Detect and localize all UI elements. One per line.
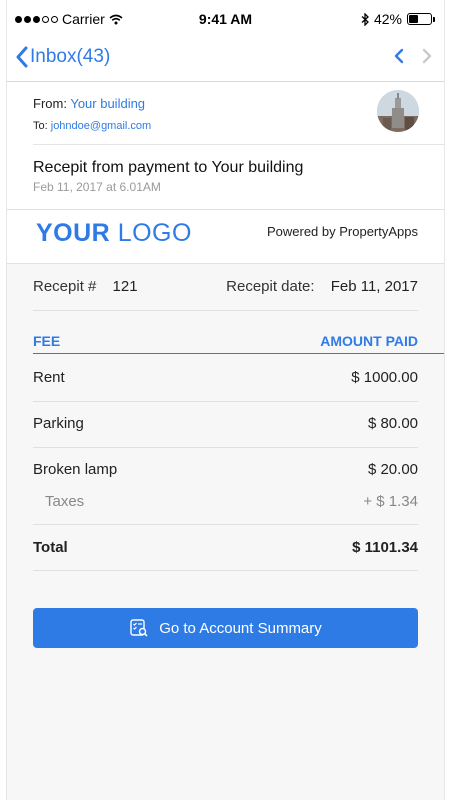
tax-row: Taxes + $ 1.34 <box>33 493 418 510</box>
previous-message-button[interactable] <box>394 48 404 69</box>
meta-divider <box>33 310 418 311</box>
total-row: Total $ 1101.34 <box>33 539 418 556</box>
email-subject: Recepit from payment to Your building <box>33 159 304 176</box>
to-label: To: <box>33 120 48 132</box>
status-bar: Carrier 9:41 AM 42% <box>7 0 444 40</box>
receipt-date: Feb 11, 2017 <box>330 278 418 295</box>
table-row: Parking $ 80.00 <box>33 415 418 432</box>
from-label: From: <box>33 96 67 111</box>
row-divider <box>33 447 418 448</box>
header-divider <box>33 144 444 145</box>
message-navigation <box>394 48 432 69</box>
receipt-meta: Recepit # 121 Recepit date: Feb 11, 2017 <box>33 278 418 295</box>
status-right: 42% <box>361 11 435 27</box>
fee-name: Parking <box>33 415 84 432</box>
receipt-panel: Recepit # 121 Recepit date: Feb 11, 2017… <box>7 263 444 800</box>
fee-amount: $ 1000.00 <box>351 369 418 386</box>
subject-divider <box>7 209 444 210</box>
fee-amount: $ 80.00 <box>367 415 418 432</box>
table-row: Rent $ 1000.00 <box>33 369 418 386</box>
fee-name: Rent <box>33 369 65 386</box>
fee-name: Broken lamp <box>33 461 118 478</box>
sender-link[interactable]: Your building <box>70 96 145 111</box>
email-date: Feb 11, 2017 at 6.01AM <box>33 180 161 194</box>
logo-light-text: LOGO <box>117 219 192 247</box>
bluetooth-icon <box>361 12 369 26</box>
account-summary-button[interactable]: Go to Account Summary <box>33 608 418 648</box>
chevron-right-icon <box>422 48 432 64</box>
next-message-button[interactable] <box>422 48 432 69</box>
account-summary-label: Go to Account Summary <box>159 619 322 637</box>
receipt-date-group: Recepit date: Feb 11, 2017 <box>226 278 418 295</box>
receipt-number-label: Recepit # <box>33 278 97 295</box>
battery-percent: 42% <box>373 11 402 27</box>
receipt-date-label: Recepit date: <box>226 278 315 295</box>
amount-column-header: AMOUNT PAID <box>320 333 418 349</box>
recipient-link[interactable]: johndoe@gmail.com <box>51 120 151 132</box>
sender-line: From: Your building <box>33 96 145 111</box>
fee-amount: $ 20.00 <box>367 461 418 478</box>
battery-icon <box>407 13 435 25</box>
sender-avatar <box>377 90 419 132</box>
row-divider <box>33 401 418 402</box>
powered-by-text: Powered by PropertyApps <box>266 224 418 239</box>
account-summary-icon <box>130 619 148 637</box>
total-amount: $ 1101.34 <box>352 539 418 556</box>
fee-table-header: FEE AMOUNT PAID <box>33 330 444 354</box>
row-divider <box>33 570 418 571</box>
building-image-icon <box>377 90 419 132</box>
tax-amount: + $ 1.34 <box>363 493 418 510</box>
row-divider <box>33 524 418 525</box>
tax-label: Taxes <box>45 493 85 510</box>
chevron-left-icon <box>16 46 28 68</box>
back-label: Inbox(43) <box>30 46 111 67</box>
recipient-line: To: johndoe@gmail.com <box>33 120 151 132</box>
fee-column-header: FEE <box>33 333 61 349</box>
logo-bold-text: YOUR <box>36 219 111 247</box>
chevron-left-icon <box>394 48 404 64</box>
email-view: Carrier 9:41 AM 42% Inbox(43) From: Your… <box>6 0 445 800</box>
navigation-bar: Inbox(43) <box>7 40 444 82</box>
receipt-number-group: Recepit # 121 <box>33 278 138 295</box>
table-row: Broken lamp $ 20.00 <box>33 461 418 478</box>
total-label: Total <box>33 539 68 556</box>
receipt-number: 121 <box>112 278 138 295</box>
company-logo: YOUR LOGO <box>36 219 192 248</box>
back-button[interactable]: Inbox(43) <box>15 46 110 68</box>
